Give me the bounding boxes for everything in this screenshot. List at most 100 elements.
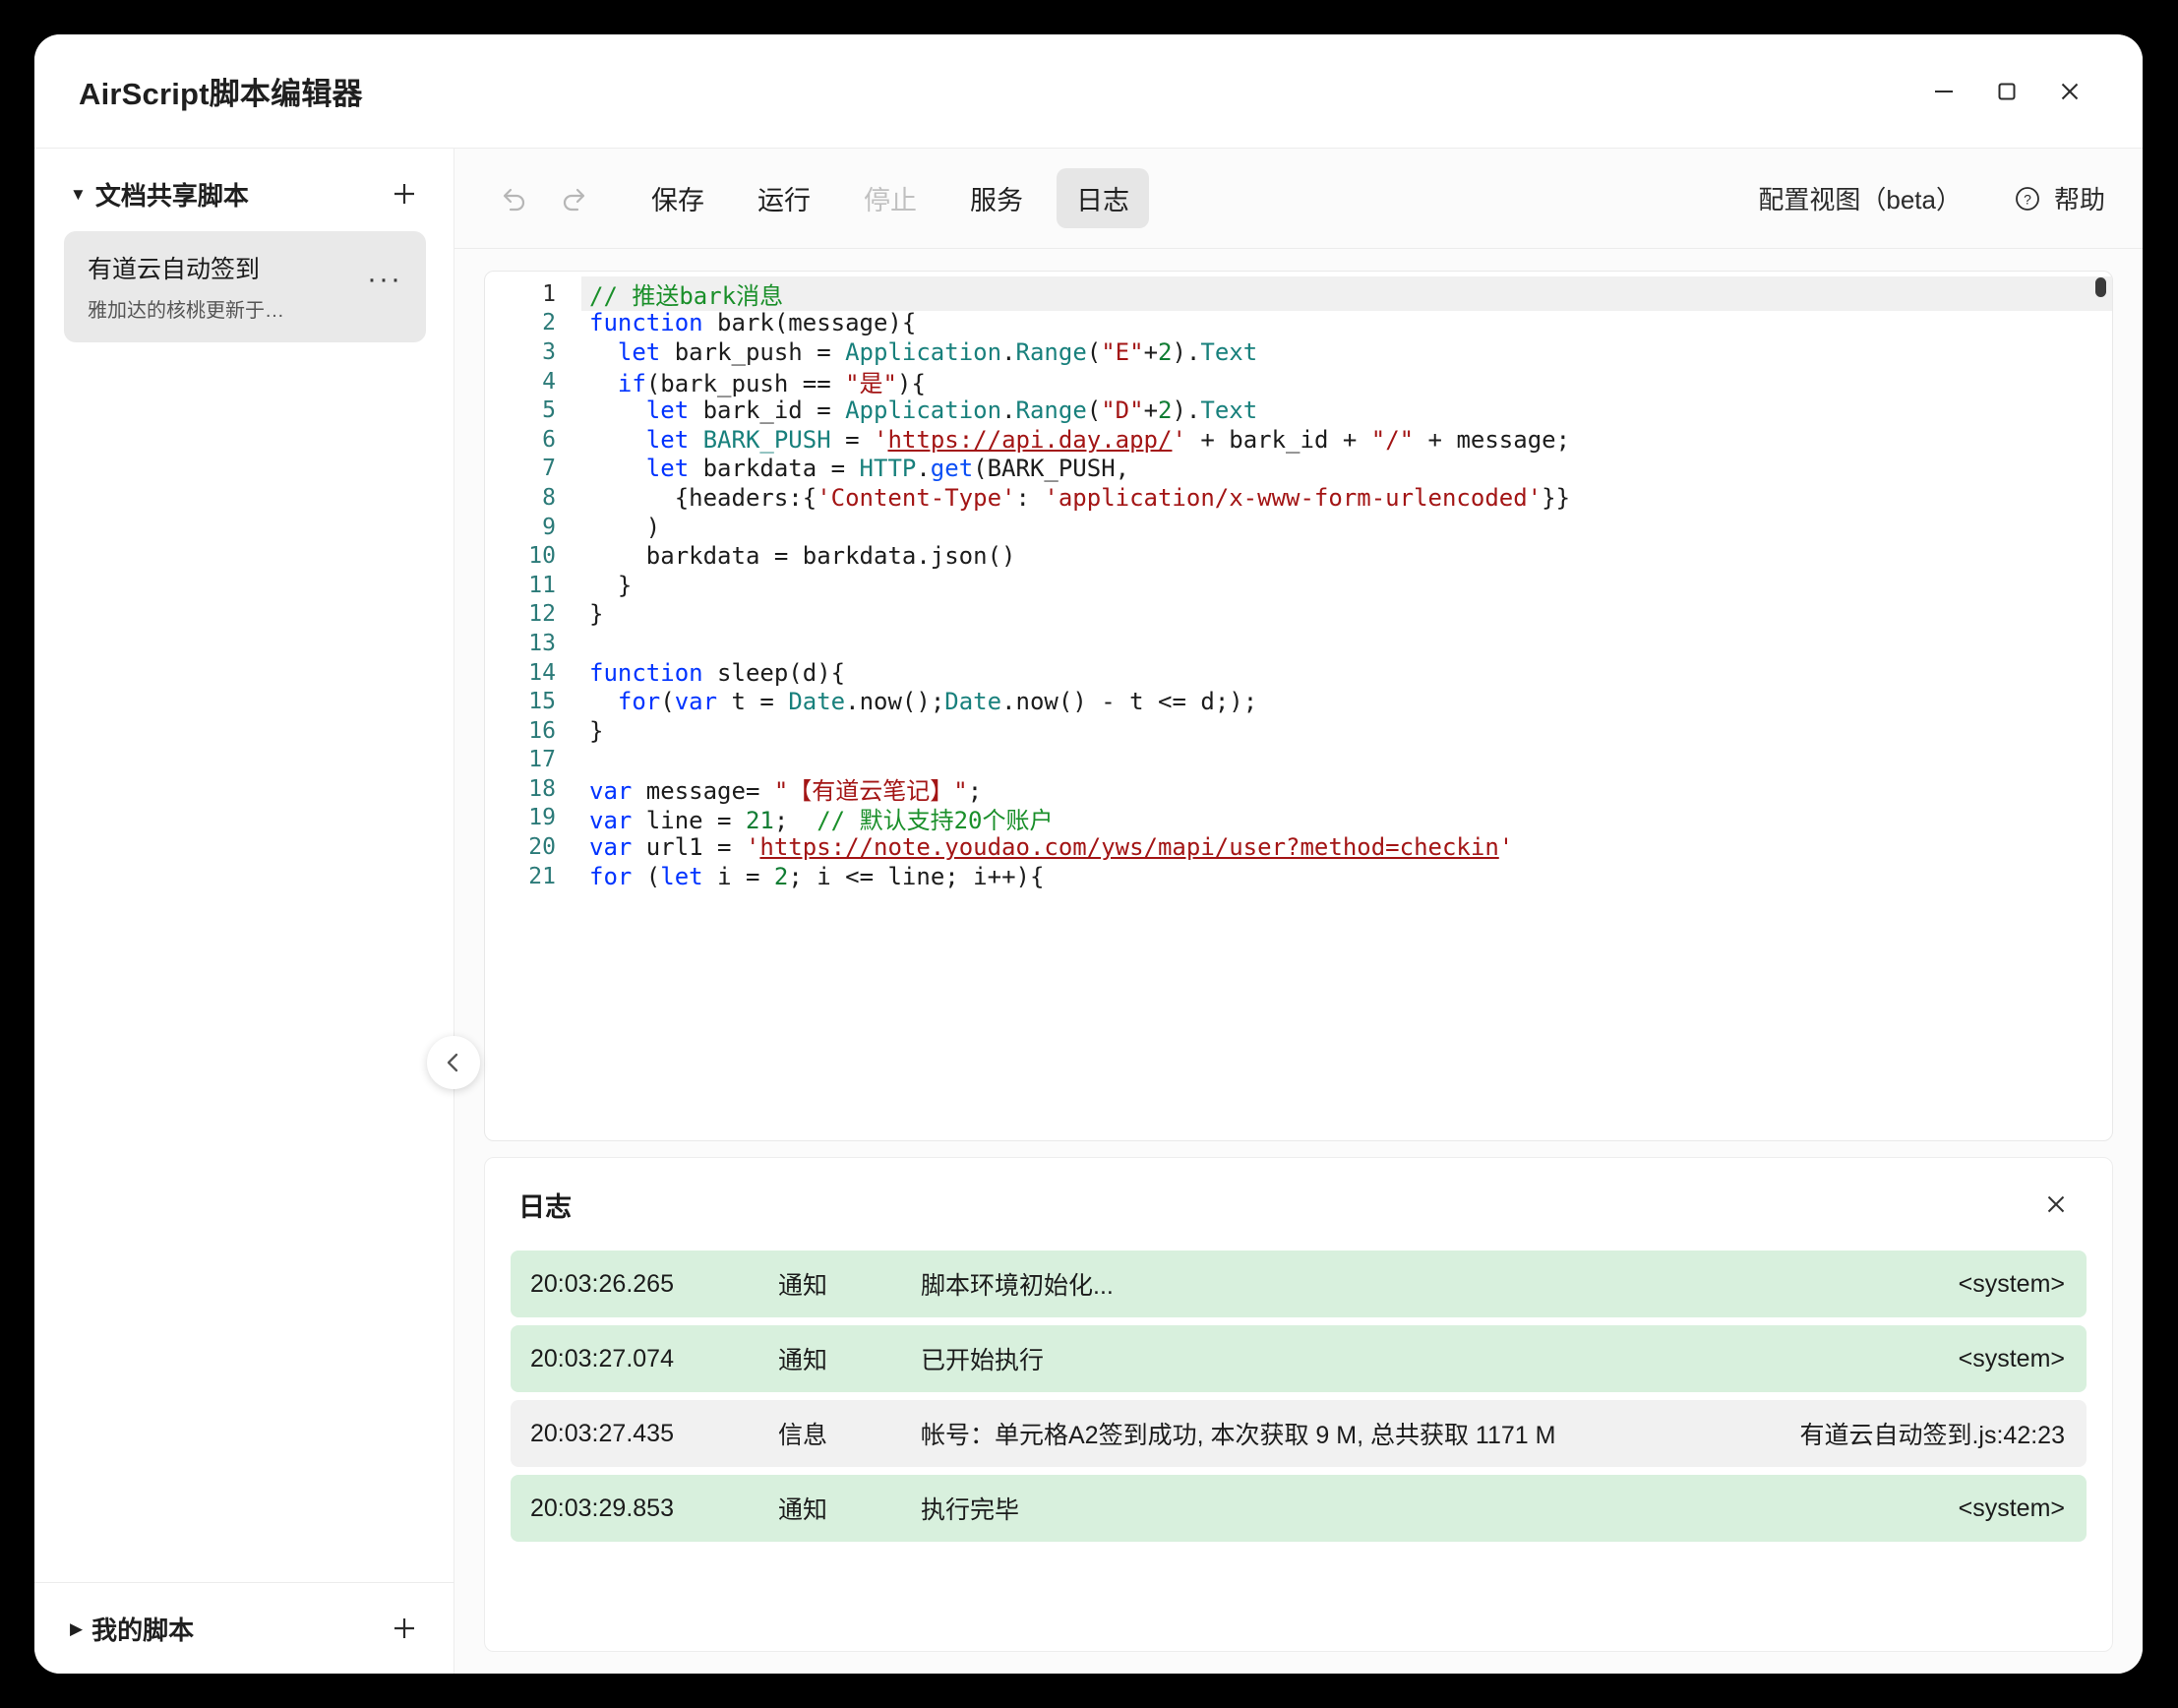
code-line[interactable]: 13 (485, 629, 2112, 658)
log-row[interactable]: 20:03:27.074通知已开始执行<system> (511, 1325, 2087, 1392)
code-token: 2 (1158, 338, 1172, 366)
log-row[interactable]: 20:03:27.435信息帐号：单元格A2签到成功, 本次获取 9 M, 总共… (511, 1400, 2087, 1467)
log-row-level: 通知 (778, 1266, 921, 1302)
code-token: ( (660, 688, 674, 715)
code-editor[interactable]: 1// 推送bark消息2function bark(message){3 le… (484, 271, 2113, 1141)
code-lines[interactable]: 1// 推送bark消息2function bark(message){3 le… (485, 272, 2112, 890)
code-line-content[interactable]: for(var t = Date.now();Date.now() - t <=… (581, 688, 2112, 715)
log-row[interactable]: 20:03:26.265通知脚本环境初始化...<system> (511, 1250, 2087, 1317)
code-token: ){ (897, 370, 926, 397)
code-token: t = (717, 688, 788, 715)
code-line[interactable]: 6 let BARK_PUSH = 'https://api.day.app/'… (485, 425, 2112, 455)
code-line[interactable]: 4 if(bark_push == "是"){ (485, 367, 2112, 396)
code-line-content[interactable]: } (581, 717, 2112, 745)
code-line-content[interactable]: let barkdata = HTTP.get(BARK_PUSH, (581, 455, 2112, 482)
help-button[interactable]: ? 帮助 (2013, 180, 2105, 216)
code-token: Text (1200, 396, 1257, 424)
code-token: 2 (774, 863, 788, 890)
code-line[interactable]: 18var message= "【有道云笔记】"; (485, 774, 2112, 804)
code-token: function (589, 309, 703, 336)
log-row[interactable]: 20:03:29.853通知执行完毕<system> (511, 1475, 2087, 1542)
shared-scripts-section-header[interactable]: ▼ 文档共享脚本 (34, 149, 454, 223)
title-bar: AirScript脚本编辑器 (34, 34, 2143, 149)
code-line[interactable]: 3 let bark_push = Application.Range("E"+… (485, 337, 2112, 367)
code-line[interactable]: 5 let bark_id = Application.Range("D"+2)… (485, 396, 2112, 425)
app-title: AirScript脚本编辑器 (79, 69, 363, 113)
save-button[interactable]: 保存 (632, 168, 724, 228)
code-token (589, 370, 618, 397)
line-number: 14 (485, 660, 581, 686)
code-line-content[interactable]: let bark_id = Application.Range("D"+2).T… (581, 396, 2112, 424)
undo-button[interactable] (484, 170, 541, 227)
run-button[interactable]: 运行 (738, 168, 830, 228)
code-line-content[interactable]: let bark_push = Application.Range("E"+2)… (581, 338, 2112, 366)
code-line-content[interactable]: if(bark_push == "是"){ (581, 364, 2112, 398)
minimize-button[interactable] (1912, 60, 1975, 123)
maximize-button[interactable] (1975, 60, 2038, 123)
log-row-message: 已开始执行 (921, 1341, 1935, 1376)
code-line[interactable]: 15 for(var t = Date.now();Date.now() - t… (485, 687, 2112, 716)
code-line-content[interactable]: {headers:{'Content-Type': 'application/x… (581, 484, 2112, 512)
my-scripts-section-header[interactable]: ▶ 我的脚本 (34, 1582, 454, 1674)
code-line[interactable]: 20var url1 = 'https://note.youdao.com/yw… (485, 832, 2112, 862)
code-line-content[interactable]: var line = 21; // 默认支持20个账户 (581, 801, 2112, 835)
code-line-content[interactable]: function bark(message){ (581, 309, 2112, 336)
code-token: HTTP (860, 455, 917, 482)
more-options-icon[interactable]: ··· (353, 274, 404, 299)
code-line[interactable]: 12} (485, 600, 2112, 630)
code-token: let (618, 338, 660, 366)
code-line[interactable]: 17 (485, 746, 2112, 775)
code-token: Range (1016, 338, 1087, 366)
editor-scrollbar-thumb[interactable] (2095, 277, 2106, 297)
line-number: 13 (485, 631, 581, 656)
log-row-source: <system> (1935, 1494, 2065, 1523)
code-line-content[interactable]: } (581, 600, 2112, 628)
sidebar-collapse-button[interactable] (427, 1036, 480, 1089)
code-line-content[interactable]: } (581, 572, 2112, 599)
code-token: sleep(d){ (703, 659, 846, 687)
log-tab-button[interactable]: 日志 (1057, 168, 1149, 228)
close-button[interactable] (2038, 60, 2101, 123)
help-label: 帮助 (2054, 180, 2105, 216)
question-circle-icon: ? (2013, 184, 2042, 214)
line-number: 1 (485, 281, 581, 307)
code-line[interactable]: 11 } (485, 571, 2112, 600)
code-token: } (589, 600, 603, 628)
code-line[interactable]: 19var line = 21; // 默认支持20个账户 (485, 804, 2112, 833)
service-button[interactable]: 服务 (950, 168, 1043, 228)
add-shared-script-button[interactable] (385, 174, 424, 214)
code-line-content[interactable]: ) (581, 514, 2112, 541)
code-line[interactable]: 10 barkdata = barkdata.json() (485, 541, 2112, 571)
svg-text:?: ? (2024, 191, 2031, 207)
redo-button[interactable] (547, 170, 604, 227)
code-line-content[interactable]: let BARK_PUSH = 'https://api.day.app/' +… (581, 426, 2112, 454)
code-token: let (660, 863, 702, 890)
add-my-script-button[interactable] (385, 1609, 424, 1648)
code-line[interactable]: 16} (485, 716, 2112, 746)
code-line[interactable]: 21for (let i = 2; i <= line; i++){ (485, 862, 2112, 891)
code-line[interactable]: 14function sleep(d){ (485, 658, 2112, 688)
code-token: = (831, 426, 874, 454)
code-line[interactable]: 8 {headers:{'Content-Type': 'application… (485, 483, 2112, 513)
code-token: + bark_id + (1186, 426, 1371, 454)
config-view-button[interactable]: 配置视图（beta） (1758, 180, 1962, 216)
code-line-content[interactable]: barkdata = barkdata.json() (581, 542, 2112, 570)
list-item[interactable]: 有道云自动签到 雅加达的核桃更新于… ··· (64, 231, 426, 342)
log-row-time: 20:03:27.435 (530, 1420, 778, 1448)
code-token: .now(); (845, 688, 944, 715)
log-close-button[interactable] (2033, 1182, 2079, 1227)
code-token: var (589, 807, 632, 834)
code-line-content[interactable]: function sleep(d){ (581, 659, 2112, 687)
window-controls (1912, 34, 2101, 149)
log-row-time: 20:03:29.853 (530, 1494, 778, 1523)
code-line[interactable]: 7 let barkdata = HTTP.get(BARK_PUSH, (485, 455, 2112, 484)
code-line[interactable]: 9 ) (485, 513, 2112, 542)
code-line[interactable]: 1// 推送bark消息 (485, 279, 2112, 309)
code-line[interactable]: 2function bark(message){ (485, 309, 2112, 338)
stop-button: 停止 (844, 168, 937, 228)
code-token: https://api.day.app/ (887, 426, 1172, 454)
code-token: if (618, 370, 646, 397)
code-line-content[interactable]: for (let i = 2; i <= line; i++){ (581, 863, 2112, 890)
code-line-content[interactable]: var url1 = 'https://note.youdao.com/yws/… (581, 833, 2112, 861)
code-line-content[interactable]: // 推送bark消息 (581, 276, 2112, 311)
